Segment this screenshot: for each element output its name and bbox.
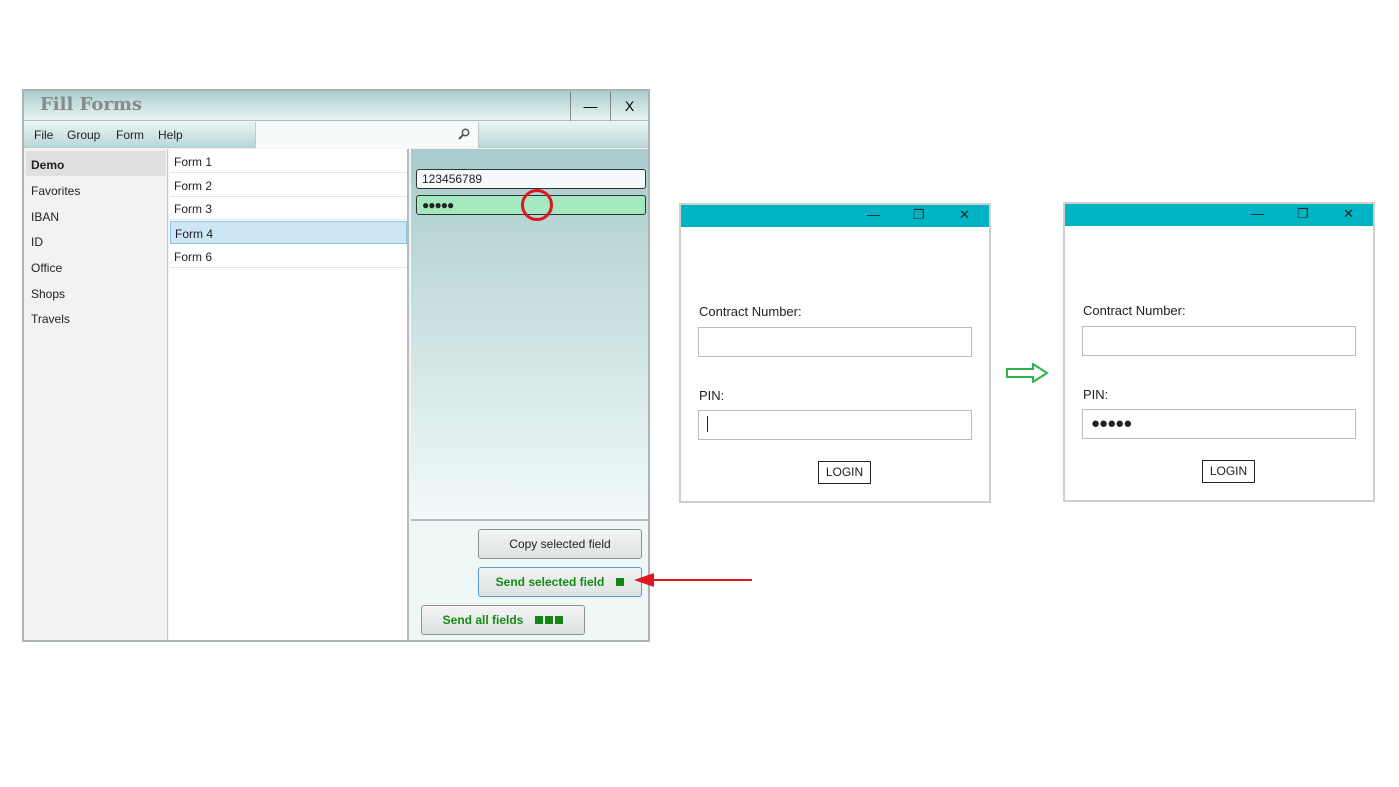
send-selected-label: Send selected field	[496, 575, 605, 589]
minimize-button[interactable]: —	[570, 91, 610, 121]
app-title: Fill Forms	[40, 94, 142, 115]
restore-icon[interactable]: ❐	[1297, 206, 1309, 222]
menu-bar: File Group Form Help	[24, 122, 648, 148]
minimize-icon[interactable]: —	[867, 207, 880, 222]
group-item-favorites[interactable]: Favorites	[26, 177, 166, 202]
window-title-bar: — ❐ ✕	[1065, 204, 1373, 226]
field-contract-number[interactable]: 123456789	[416, 169, 646, 189]
menu-group[interactable]: Group	[67, 128, 100, 142]
field-panel: 123456789 ●●●●●	[411, 149, 648, 519]
contract-number-label: Contract Number:	[699, 304, 802, 319]
send-all-fields-button[interactable]: Send all fields	[421, 605, 585, 635]
group-item-demo[interactable]: Demo	[26, 151, 166, 176]
menu-form[interactable]: Form	[116, 128, 144, 142]
minimize-icon[interactable]: —	[1251, 206, 1264, 221]
group-item-id[interactable]: ID	[26, 228, 166, 253]
menu-file[interactable]: File	[34, 128, 53, 142]
search-input[interactable]	[255, 122, 479, 148]
form-item[interactable]: Form 1	[170, 150, 407, 173]
red-arrow-annotation	[632, 570, 754, 590]
field-icon	[535, 616, 543, 624]
title-bar[interactable]: Fill Forms — X	[24, 91, 648, 121]
pin-input[interactable]	[698, 410, 972, 440]
send-all-label: Send all fields	[443, 613, 524, 627]
contract-number-label: Contract Number:	[1083, 303, 1186, 318]
action-panel: Copy selected field Send selected field …	[411, 519, 648, 640]
group-item-office[interactable]: Office	[26, 254, 166, 279]
pin-label: PIN:	[1083, 387, 1108, 402]
text-cursor	[707, 416, 708, 432]
close-icon[interactable]: ✕	[1343, 206, 1354, 222]
group-item-travels[interactable]: Travels	[26, 305, 166, 330]
pin-label: PIN:	[699, 388, 724, 403]
form-item-selected[interactable]: Form 4	[170, 221, 407, 244]
click-annotation-circle	[521, 189, 553, 221]
single-field-icon	[616, 578, 624, 586]
contract-number-input[interactable]	[698, 327, 972, 357]
form-item[interactable]: Form 3	[170, 197, 407, 220]
green-arrow-icon	[1005, 363, 1049, 383]
group-item-shops[interactable]: Shops	[26, 280, 166, 305]
contract-number-input[interactable]	[1082, 326, 1356, 356]
login-button[interactable]: LOGIN	[818, 461, 871, 484]
search-icon[interactable]	[458, 128, 470, 140]
menu-help[interactable]: Help	[158, 128, 183, 142]
close-button[interactable]: X	[610, 91, 648, 121]
field-icon	[555, 616, 563, 624]
fill-forms-window: Fill Forms — X File Group Form Help Demo…	[22, 89, 650, 642]
login-button[interactable]: LOGIN	[1202, 460, 1255, 483]
form-item[interactable]: Form 2	[170, 174, 407, 197]
send-selected-field-button[interactable]: Send selected field	[478, 567, 642, 597]
restore-icon[interactable]: ❐	[913, 207, 925, 223]
window-title-bar: — ❐ ✕	[681, 205, 989, 227]
form-item[interactable]: Form 6	[170, 245, 407, 268]
pin-input[interactable]: ●●●●●	[1082, 409, 1356, 439]
form-list: Form 1 Form 2 Form 3 Form 4 Form 6	[169, 149, 409, 640]
group-list: Demo Favorites IBAN ID Office Shops Trav…	[24, 149, 168, 640]
login-window-before: — ❐ ✕ Contract Number: PIN: LOGIN	[679, 203, 991, 503]
group-item-iban[interactable]: IBAN	[26, 203, 166, 228]
close-icon[interactable]: ✕	[959, 207, 970, 223]
field-icon	[545, 616, 553, 624]
login-window-after: — ❐ ✕ Contract Number: PIN: ●●●●● LOGIN	[1063, 202, 1375, 502]
copy-selected-field-button[interactable]: Copy selected field	[478, 529, 642, 559]
